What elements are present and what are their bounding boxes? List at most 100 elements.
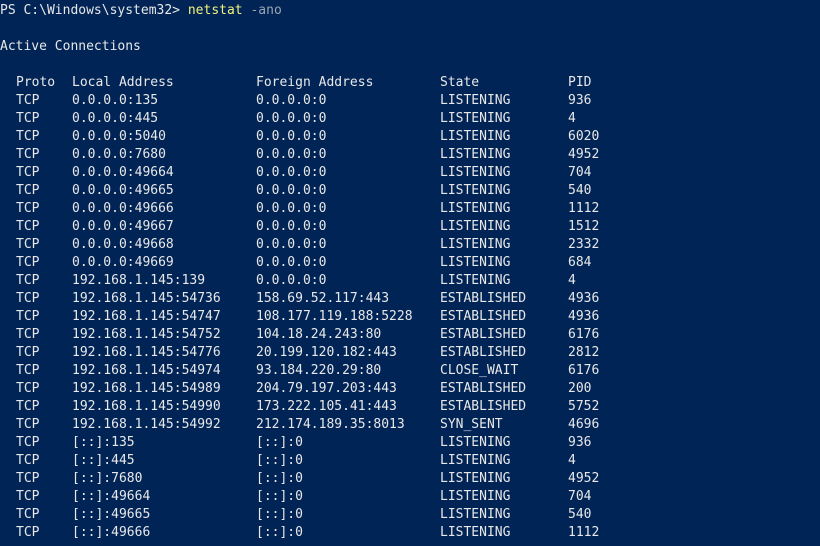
cell-foreign-address: 0.0.0.0:0 xyxy=(256,255,327,270)
cell-local-address: [::]:7680 xyxy=(72,471,143,486)
cell-foreign-address: 0.0.0.0:0 xyxy=(256,111,327,126)
cell-local-address: [::]:49665 xyxy=(72,507,151,522)
prompt-line: PS C:\Windows\system32> netstat -ano xyxy=(0,2,282,20)
table-row: TCP [::]:7680 [::]:0 LISTENING 4952 xyxy=(0,470,820,488)
cell-pid: 4952 xyxy=(568,147,600,162)
cell-state: LISTENING xyxy=(440,489,511,504)
cell-state: LISTENING xyxy=(440,93,511,108)
table-row: TCP 192.168.1.145:54736 158.69.52.117:443 E… xyxy=(0,290,820,308)
cell-foreign-address: 204.79.197.203:443 xyxy=(256,381,397,396)
cell-foreign-address: 0.0.0.0:0 xyxy=(256,93,327,108)
cell-foreign-address: 0.0.0.0:0 xyxy=(256,147,327,162)
cell-local-address: 0.0.0.0:445 xyxy=(72,111,159,126)
cell-foreign-address: 0.0.0.0:0 xyxy=(256,273,327,288)
cell-state: SYN_SENT xyxy=(440,417,503,432)
cell-proto: TCP xyxy=(16,183,40,198)
cell-pid: 540 xyxy=(568,507,592,522)
header-state: State xyxy=(440,75,480,90)
cell-pid: 2332 xyxy=(568,237,600,252)
cell-pid: 4 xyxy=(568,111,576,126)
cell-state: LISTENING xyxy=(440,165,511,180)
cell-local-address: 0.0.0.0:49666 xyxy=(72,201,174,216)
table-row: TCP [::]:49665 [::]:0 LISTENING 540 xyxy=(0,506,820,524)
cell-pid: 540 xyxy=(568,183,592,198)
cell-local-address: 192.168.1.145:54776 xyxy=(72,345,221,360)
cell-local-address: [::]:49664 xyxy=(72,489,151,504)
cell-state: ESTABLISHED xyxy=(440,327,527,342)
table-header: Proto Local Address Foreign Address Stat… xyxy=(0,74,820,92)
cell-proto: TCP xyxy=(16,525,40,540)
table-row: TCP 192.168.1.145:54990 173.222.105.41:443… xyxy=(0,398,820,416)
table-row: TCP 0.0.0.0:445 0.0.0.0:0 LISTENING 4 xyxy=(0,110,820,128)
table-row: TCP [::]:445 [::]:0 LISTENING 4 xyxy=(0,452,820,470)
cell-foreign-address: 158.69.52.117:443 xyxy=(256,291,390,306)
table-row: TCP 0.0.0.0:49667 0.0.0.0:0 LISTENING 1512 xyxy=(0,218,820,236)
cell-proto: TCP xyxy=(16,165,40,180)
cell-proto: TCP xyxy=(16,399,40,414)
cell-state: LISTENING xyxy=(440,471,511,486)
cell-local-address: [::]:49666 xyxy=(72,525,151,540)
cell-foreign-address: 0.0.0.0:0 xyxy=(256,165,327,180)
cell-proto: TCP xyxy=(16,363,40,378)
table-row: TCP 0.0.0.0:7680 0.0.0.0:0 LISTENING 4952 xyxy=(0,146,820,164)
cell-pid: 4936 xyxy=(568,309,600,324)
header-proto: Proto xyxy=(16,75,56,90)
cell-pid: 6020 xyxy=(568,129,600,144)
cell-state: LISTENING xyxy=(440,273,511,288)
powershell-console[interactable]: PS C:\Windows\system32> netstat -ano Act… xyxy=(0,0,820,546)
cell-foreign-address: [::]:0 xyxy=(256,525,303,540)
cell-proto: TCP xyxy=(16,417,40,432)
cell-local-address: 0.0.0.0:49669 xyxy=(72,255,174,270)
cell-pid: 1512 xyxy=(568,219,600,234)
cell-proto: TCP xyxy=(16,291,40,306)
cell-state: LISTENING xyxy=(440,183,511,198)
table-row: TCP 192.168.1.145:54989 204.79.197.203:443… xyxy=(0,380,820,398)
cell-state: LISTENING xyxy=(440,525,511,540)
cell-state: LISTENING xyxy=(440,507,511,522)
cell-pid: 936 xyxy=(568,93,592,108)
section-title: Active Connections xyxy=(0,39,141,54)
cell-proto: TCP xyxy=(16,327,40,342)
cell-proto: TCP xyxy=(16,111,40,126)
cell-state: LISTENING xyxy=(440,219,511,234)
cell-state: LISTENING xyxy=(440,255,511,270)
table-row: TCP 0.0.0.0:135 0.0.0.0:0 LISTENING 936 xyxy=(0,92,820,110)
cell-pid: 704 xyxy=(568,165,592,180)
command-text: netstat xyxy=(187,3,243,18)
cell-pid: 936 xyxy=(568,435,592,450)
cell-local-address: 192.168.1.145:54990 xyxy=(72,399,221,414)
cell-proto: TCP xyxy=(16,219,40,234)
cell-foreign-address: [::]:0 xyxy=(256,489,303,504)
cell-proto: TCP xyxy=(16,201,40,216)
cell-pid: 704 xyxy=(568,489,592,504)
cell-local-address: 192.168.1.145:54752 xyxy=(72,327,221,342)
command-args: -ano xyxy=(242,3,282,18)
cell-pid: 4 xyxy=(568,453,576,468)
cell-local-address: 192.168.1.145:139 xyxy=(72,273,206,288)
cell-foreign-address: [::]:0 xyxy=(256,435,303,450)
cell-foreign-address: 0.0.0.0:0 xyxy=(256,201,327,216)
cell-foreign-address: 0.0.0.0:0 xyxy=(256,129,327,144)
cell-proto: TCP xyxy=(16,255,40,270)
cell-state: LISTENING xyxy=(440,453,511,468)
cell-local-address: 192.168.1.145:54992 xyxy=(72,417,221,432)
cell-pid: 5752 xyxy=(568,399,600,414)
cell-foreign-address: 0.0.0.0:0 xyxy=(256,219,327,234)
cell-state: ESTABLISHED xyxy=(440,381,527,396)
cell-state: CLOSE_WAIT xyxy=(440,363,519,378)
cell-proto: TCP xyxy=(16,237,40,252)
cell-proto: TCP xyxy=(16,381,40,396)
table-row: TCP 192.168.1.145:54974 93.184.220.29:80 CL… xyxy=(0,362,820,380)
header-foreign-address: Foreign Address xyxy=(256,75,374,90)
table-row: TCP 0.0.0.0:49666 0.0.0.0:0 LISTENING 1112 xyxy=(0,200,820,218)
cell-foreign-address: 173.222.105.41:443 xyxy=(256,399,397,414)
cell-proto: TCP xyxy=(16,93,40,108)
cell-proto: TCP xyxy=(16,345,40,360)
cell-proto: TCP xyxy=(16,129,40,144)
cell-local-address: 0.0.0.0:49667 xyxy=(72,219,174,234)
cell-pid: 200 xyxy=(568,381,592,396)
cell-foreign-address: 0.0.0.0:0 xyxy=(256,237,327,252)
cell-foreign-address: 104.18.24.243:80 xyxy=(256,327,382,342)
table-row: TCP 0.0.0.0:49669 0.0.0.0:0 LISTENING 684 xyxy=(0,254,820,272)
cell-local-address: 0.0.0.0:49665 xyxy=(72,183,174,198)
